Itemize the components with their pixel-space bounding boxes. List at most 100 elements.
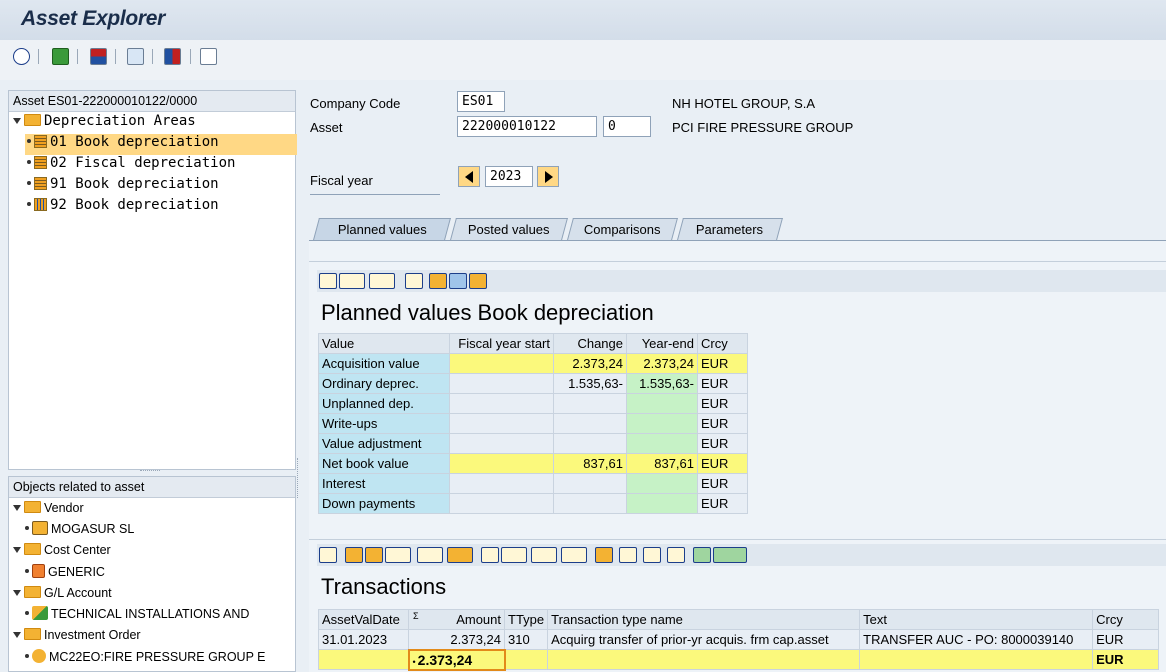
details-icon[interactable] (469, 273, 487, 289)
print-icon[interactable] (481, 547, 499, 563)
horizontal-splitter[interactable] (140, 470, 160, 472)
tree-item-label: 92 Book depreciation (50, 197, 219, 213)
expand-icon[interactable] (13, 547, 21, 553)
related-item-investment-order[interactable]: MC22EO:FIRE PRESSURE GROUP E (25, 649, 295, 670)
expand-icon[interactable] (13, 118, 21, 124)
asset-name: PCI FIRE PRESSURE GROUP (672, 120, 854, 135)
tab-posted-values[interactable]: Posted values (450, 218, 568, 240)
cell: TRANSFER AUC - PO: 8000039140 (859, 629, 1094, 650)
column-header[interactable]: Transaction type name (547, 609, 861, 630)
select-all-icon[interactable] (693, 547, 711, 563)
cell (503, 649, 549, 670)
export-icon[interactable] (531, 547, 557, 563)
column-header[interactable]: TType (503, 609, 549, 630)
view-icon[interactable] (369, 273, 395, 289)
bullet-icon (27, 181, 31, 185)
layout-icon[interactable] (561, 547, 587, 563)
tab-planned-values[interactable]: Planned values (313, 218, 451, 240)
details-icon[interactable] (319, 547, 337, 563)
simulate-icon[interactable] (90, 48, 107, 65)
list-icon[interactable] (200, 48, 217, 65)
app-title: Asset Explorer (21, 7, 166, 30)
related-group-vendor[interactable]: Vendor (13, 501, 84, 522)
refresh-icon[interactable] (13, 48, 30, 65)
tree-item-91-book-depreciation[interactable]: 91 Book depreciation (25, 176, 219, 197)
cell: EUR (697, 433, 748, 454)
column-header[interactable]: Text (859, 609, 1094, 630)
export-icon[interactable] (339, 273, 365, 289)
tab-content: Planned values Book depreciation Value F… (309, 240, 1166, 672)
tree-item-01-book-depreciation[interactable]: 01 Book depreciation (25, 134, 297, 155)
cell: EUR (697, 473, 748, 494)
expand-icon[interactable] (13, 505, 21, 511)
grid-splitter[interactable] (309, 539, 1166, 540)
group-label: Cost Center (44, 543, 111, 557)
tree-root[interactable]: Depreciation Areas (13, 113, 196, 134)
cell: EUR (1092, 649, 1160, 670)
cell: EUR (697, 373, 748, 394)
toolbar-separator (190, 49, 191, 64)
related-item-vendor[interactable]: MOGASUR SL (25, 521, 134, 542)
cell (626, 433, 698, 454)
next-year-button[interactable] (537, 166, 559, 187)
toolbar-separator (38, 49, 39, 64)
expand-icon[interactable] (13, 590, 21, 596)
sum-icon[interactable] (417, 547, 443, 563)
bullet-icon (27, 160, 31, 164)
company-code-label: Company Code (310, 96, 401, 111)
related-group-investment-order[interactable]: Investment Order (13, 628, 141, 649)
cell: Interest (318, 473, 450, 494)
info-icon[interactable] (405, 273, 423, 289)
tab-comparisons[interactable]: Comparisons (567, 218, 678, 240)
subtotal-icon[interactable] (447, 547, 473, 563)
asset-main-number-field[interactable]: 222000010122 (457, 116, 597, 137)
tree-item-label: 02 Fiscal depreciation (50, 155, 236, 171)
related-item-gl-account[interactable]: TECHNICAL INSTALLATIONS AND (25, 606, 249, 627)
vertical-splitter[interactable] (297, 458, 301, 498)
view-icon[interactable] (501, 547, 527, 563)
first-icon[interactable] (429, 273, 447, 289)
settings-icon[interactable] (667, 547, 685, 563)
column-header[interactable]: Fiscal year start (449, 333, 554, 354)
chart-icon[interactable] (127, 48, 144, 65)
table-row: Down payments EUR (318, 493, 1166, 514)
cell (553, 413, 627, 434)
fiscal-year-field[interactable]: 2023 (485, 166, 533, 187)
calculator-icon[interactable] (449, 273, 467, 289)
graphic-icon[interactable] (595, 547, 613, 563)
column-header[interactable]: Year-end (626, 333, 698, 354)
bullet-icon (25, 569, 29, 573)
cell (449, 413, 554, 434)
folder-icon (24, 501, 41, 513)
company-code-field[interactable]: ES01 (457, 91, 505, 112)
related-item-cost-center[interactable]: GENERIC (25, 564, 105, 585)
table-row: Interest EUR (318, 473, 1166, 494)
column-header[interactable]: Crcy (1092, 609, 1160, 630)
previous-year-button[interactable] (458, 166, 480, 187)
asset-sub-number-field[interactable]: 0 (603, 116, 651, 137)
column-header[interactable]: Σ Amount (408, 609, 505, 630)
filter-icon[interactable] (385, 547, 411, 563)
cell: 1.535,63- (626, 373, 698, 394)
info-icon[interactable] (619, 547, 637, 563)
sort-ascending-icon[interactable] (345, 547, 363, 563)
tree-item-92-book-depreciation[interactable]: 92 Book depreciation (25, 197, 219, 218)
select-all-rows-icon[interactable] (713, 547, 747, 563)
compare-icon[interactable] (164, 48, 181, 65)
expand-icon[interactable] (13, 632, 21, 638)
related-group-gl-account[interactable]: G/L Account (13, 586, 112, 607)
related-group-cost-center[interactable]: Cost Center (13, 543, 111, 564)
toolbar-separator (152, 49, 153, 64)
document-icon[interactable] (643, 547, 661, 563)
sort-descending-icon[interactable] (365, 547, 383, 563)
column-header[interactable]: AssetValDate (318, 609, 409, 630)
table-row: Unplanned dep. EUR (318, 393, 1166, 414)
column-header[interactable]: Value (318, 333, 450, 354)
save-icon[interactable] (52, 48, 69, 65)
column-header[interactable]: Crcy (697, 333, 748, 354)
tree-item-02-fiscal-depreciation[interactable]: 02 Fiscal depreciation (25, 155, 235, 176)
table-row[interactable]: 31.01.2023 2.373,24 310 Acquirg transfer… (318, 629, 1160, 650)
column-header[interactable]: Change (553, 333, 627, 354)
tab-parameters[interactable]: Parameters (677, 218, 783, 240)
print-icon[interactable] (319, 273, 337, 289)
